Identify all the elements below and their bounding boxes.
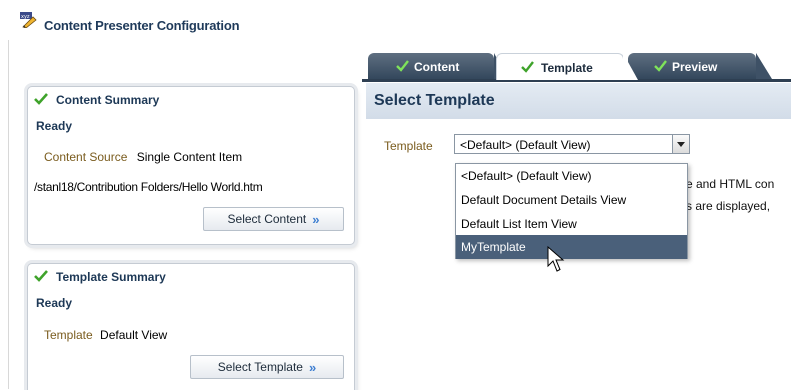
- template-dropdown-list: <Default> (Default View) Default Documen…: [455, 163, 688, 259]
- xyz-pencil-icon: xyz: [20, 12, 37, 28]
- template-status: Ready: [36, 296, 73, 310]
- svg-text:xyz: xyz: [21, 14, 30, 20]
- dropdown-option[interactable]: Default Document Details View: [456, 188, 687, 212]
- check-icon: [521, 61, 534, 73]
- select-template-button[interactable]: Select Template »: [190, 355, 344, 379]
- mouse-pointer-icon: [547, 246, 565, 272]
- select-content-button[interactable]: Select Content »: [203, 207, 344, 231]
- content-status: Ready: [36, 119, 73, 133]
- check-icon: [396, 60, 409, 72]
- content-source-row: Content Source Single Content Item: [44, 150, 242, 164]
- page-title: Select Template: [374, 92, 495, 109]
- template-field-label: Template: [384, 139, 433, 153]
- template-select[interactable]: <Default> (Default View): [454, 134, 690, 154]
- template-summary-title: Template Summary: [34, 270, 166, 284]
- content-summary-panel: Content Summary Ready Content Source Sin…: [27, 86, 355, 245]
- check-icon: [34, 93, 48, 105]
- template-label: Template: [44, 328, 93, 342]
- description-text-line1: e and HTML con: [686, 177, 775, 191]
- dropdown-option-selected[interactable]: MyTemplate: [456, 235, 687, 259]
- description-text-line2: s are displayed,: [686, 199, 771, 213]
- check-icon: [34, 270, 48, 282]
- template-summary-panel: Template Summary Ready Template Default …: [27, 263, 355, 390]
- tab-preview-label: Preview: [672, 60, 718, 74]
- content-source-label: Content Source: [44, 150, 128, 164]
- tab-template[interactable]: Template: [496, 53, 638, 80]
- template-value: Default View: [100, 328, 168, 342]
- tab-template-label: Template: [541, 61, 593, 75]
- content-summary-title: Content Summary: [34, 93, 159, 107]
- check-icon: [654, 60, 667, 72]
- app-title: Content Presenter Configuration: [44, 18, 240, 33]
- tab-preview[interactable]: Preview: [628, 53, 772, 79]
- template-row: Template Default View: [44, 328, 167, 342]
- dropdown-option[interactable]: Default List Item View: [456, 212, 687, 236]
- chevron-right-icon: »: [308, 359, 317, 375]
- divider: [8, 40, 9, 389]
- tab-content-label: Content: [414, 60, 460, 74]
- dropdown-option[interactable]: <Default> (Default View): [456, 164, 687, 188]
- chevron-right-icon: »: [312, 211, 320, 227]
- chevron-down-icon[interactable]: [672, 134, 690, 154]
- title-bar: xyz Content Presenter Configuration: [0, 0, 791, 48]
- content-path: /stanl18/Contribution Folders/Hello Worl…: [34, 180, 263, 194]
- template-select-value: <Default> (Default View): [460, 138, 591, 152]
- tab-bar: Content Template Preview: [362, 51, 791, 83]
- main-header: Select Template: [366, 83, 791, 119]
- tab-content[interactable]: Content: [368, 53, 508, 79]
- content-source-value: Single Content Item: [136, 150, 243, 164]
